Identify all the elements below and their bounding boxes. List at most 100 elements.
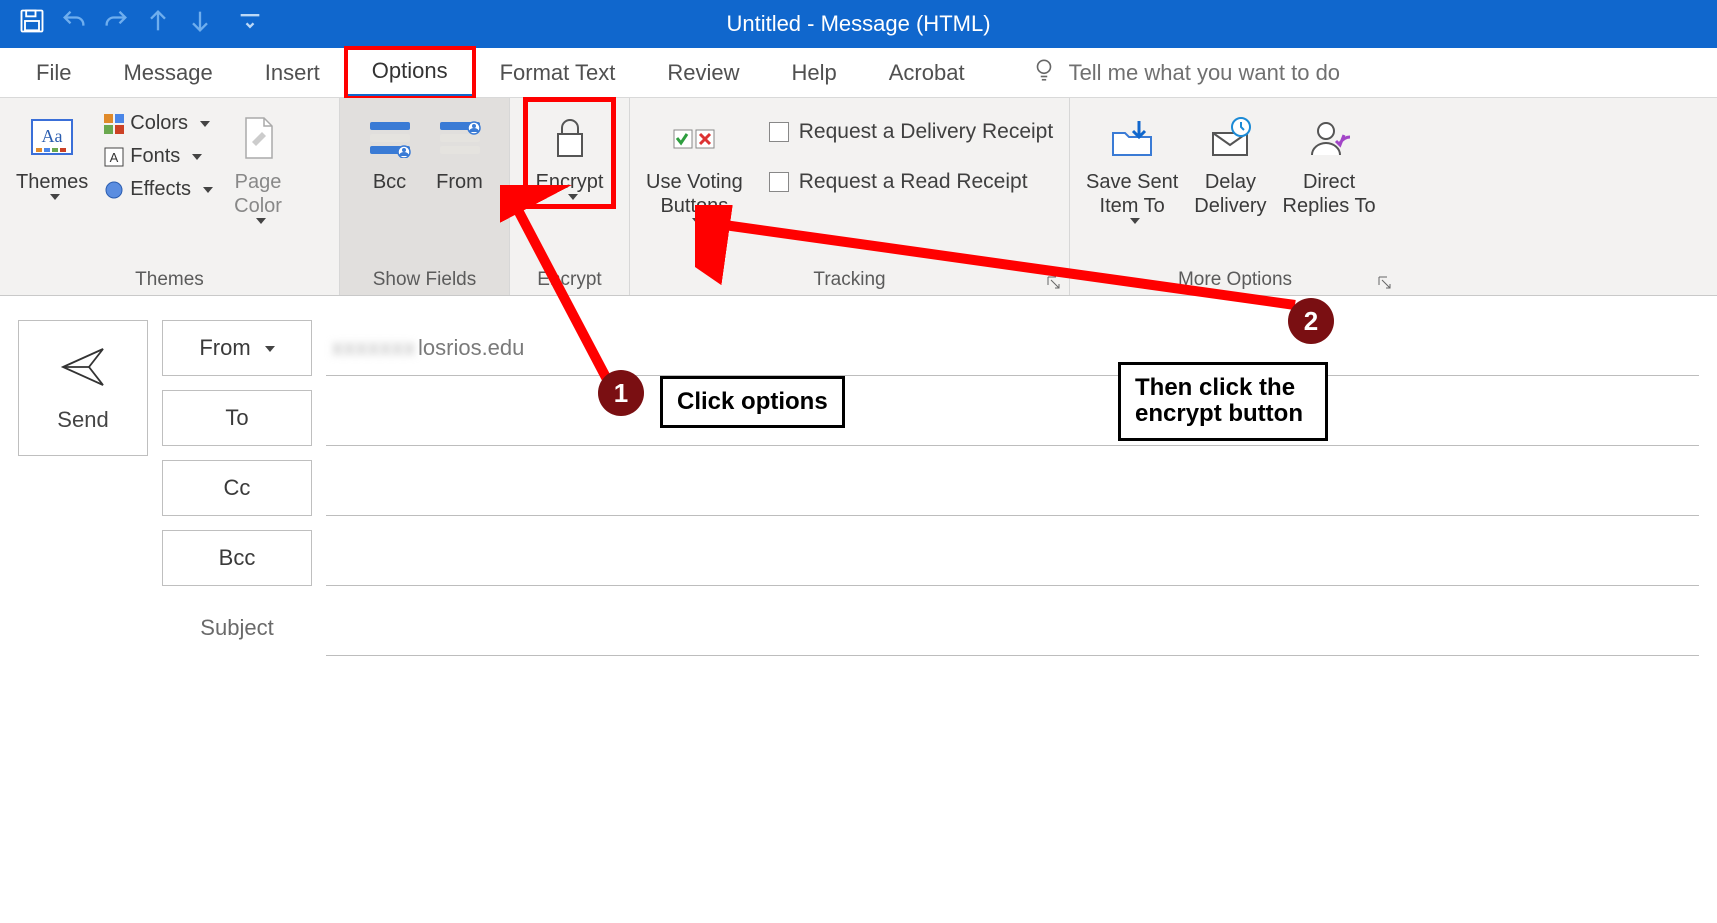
subject-input[interactable] [332, 615, 1693, 641]
bcc-button[interactable]: Bcc [355, 104, 425, 196]
themes-label: Themes [16, 170, 88, 194]
tracking-launcher-icon[interactable] [1047, 273, 1063, 289]
page-color-label1: Page [235, 170, 282, 194]
tab-message[interactable]: Message [97, 50, 238, 96]
from-label: From [436, 170, 483, 194]
fonts-label: Fonts [130, 145, 180, 168]
save-sent-label1: Save Sent [1086, 170, 1178, 194]
themes-icon: Aa [28, 110, 76, 166]
bcc-field-button[interactable]: Bcc [162, 530, 312, 586]
group-show-fields: Bcc From Show Fields [340, 98, 510, 295]
group-tracking: Use Voting Buttons Request a Delivery Re… [630, 98, 1070, 295]
delivery-receipt-label: Request a Delivery Receipt [799, 120, 1053, 144]
cc-input-row [326, 460, 1699, 516]
group-more-options-label: More Options [1080, 265, 1390, 291]
from-selector-button[interactable]: From [162, 320, 312, 376]
delay-delivery-icon [1207, 110, 1253, 166]
direct-label2: Replies To [1283, 194, 1376, 218]
effects-button[interactable]: Effects [100, 174, 217, 205]
from-selector-label: From [199, 335, 250, 361]
tab-options[interactable]: Options [346, 48, 474, 98]
send-button[interactable]: Send [18, 320, 148, 456]
effects-icon [104, 180, 124, 200]
subject-label: Subject [162, 600, 312, 656]
use-voting-label1: Use Voting [646, 170, 743, 194]
colors-icon [104, 114, 124, 134]
save-sent-button[interactable]: Save Sent Item To [1080, 104, 1184, 226]
compose-area: Send From To Cc Bcc Subject xxxxxxx losr… [0, 296, 1717, 656]
save-sent-label2: Item To [1100, 194, 1165, 218]
tab-acrobat[interactable]: Acrobat [863, 50, 991, 96]
tell-me-search[interactable]: Tell me what you want to do [1031, 57, 1340, 89]
read-receipt-checkbox[interactable]: Request a Read Receipt [765, 164, 1057, 200]
bcc-input-row [326, 530, 1699, 586]
colors-button[interactable]: Colors [100, 108, 217, 139]
svg-text:A: A [110, 150, 119, 165]
bcc-field-icon [368, 110, 412, 166]
checkbox-icon [769, 172, 789, 192]
from-value-blurred: xxxxxxx [332, 335, 416, 361]
cc-input[interactable] [332, 475, 1693, 501]
ribbon-tabs: File Message Insert Options Format Text … [0, 48, 1717, 98]
group-tracking-label: Tracking [640, 265, 1059, 291]
redo-icon[interactable] [102, 7, 130, 41]
voting-icon [670, 110, 718, 166]
from-field-icon [438, 110, 482, 166]
page-color-icon [238, 110, 278, 166]
themes-button[interactable]: Aa Themes [10, 104, 94, 202]
to-input[interactable] [332, 405, 1693, 431]
ribbon: Aa Themes Colors A Fonts [0, 98, 1717, 296]
direct-label1: Direct [1303, 170, 1355, 194]
tab-file[interactable]: File [10, 50, 97, 96]
header-buttons: From To Cc Bcc Subject [162, 320, 312, 656]
group-encrypt: Encrypt Encrypt [510, 98, 630, 295]
bcc-input[interactable] [332, 545, 1693, 571]
fonts-button[interactable]: A Fonts [100, 141, 217, 172]
bcc-field-label: Bcc [219, 545, 256, 571]
tab-insert[interactable]: Insert [239, 50, 346, 96]
group-more-options: Save Sent Item To Delay Delivery Direct … [1070, 98, 1400, 295]
more-options-launcher-icon[interactable] [1378, 273, 1394, 289]
prev-item-icon[interactable] [144, 7, 172, 41]
cc-button[interactable]: Cc [162, 460, 312, 516]
svg-text:Aa: Aa [42, 126, 63, 146]
to-input-row [326, 390, 1699, 446]
tab-help[interactable]: Help [765, 50, 862, 96]
encrypt-button[interactable]: Encrypt [530, 104, 610, 202]
delivery-receipt-checkbox[interactable]: Request a Delivery Receipt [765, 114, 1057, 150]
tab-format-text[interactable]: Format Text [474, 50, 642, 96]
undo-icon[interactable] [60, 7, 88, 41]
fonts-icon: A [104, 147, 124, 167]
send-icon [59, 343, 107, 397]
direct-replies-button[interactable]: Direct Replies To [1277, 104, 1382, 220]
page-color-label2: Color [234, 194, 282, 218]
lightbulb-icon [1031, 57, 1057, 89]
save-icon[interactable] [18, 7, 46, 41]
read-receipt-label: Request a Read Receipt [799, 170, 1028, 194]
from-value-row: xxxxxxx losrios.edu [326, 320, 1699, 376]
effects-label: Effects [130, 178, 191, 201]
group-themes: Aa Themes Colors A Fonts [0, 98, 340, 295]
tab-review[interactable]: Review [641, 50, 765, 96]
header-inputs: xxxxxxx losrios.edu [326, 320, 1699, 656]
save-sent-icon [1109, 110, 1155, 166]
page-color-button[interactable]: Page Color [223, 104, 293, 226]
qat-customize-icon[interactable] [236, 7, 264, 41]
to-button[interactable]: To [162, 390, 312, 446]
checkbox-icon [769, 122, 789, 142]
cc-label: Cc [224, 475, 251, 501]
use-voting-button[interactable]: Use Voting Buttons [640, 104, 749, 226]
lock-icon [550, 110, 590, 166]
colors-label: Colors [130, 112, 188, 135]
next-item-icon[interactable] [186, 7, 214, 41]
use-voting-label2: Buttons [660, 194, 728, 218]
delay-delivery-button[interactable]: Delay Delivery [1188, 104, 1272, 220]
send-label: Send [57, 407, 108, 433]
title-bar: Untitled - Message (HTML) [0, 0, 1717, 48]
group-encrypt-label: Encrypt [520, 265, 619, 291]
group-show-fields-label: Show Fields [350, 265, 499, 291]
quick-access-toolbar [18, 7, 264, 41]
chevron-down-icon [259, 335, 275, 361]
encrypt-label: Encrypt [536, 170, 604, 194]
from-button[interactable]: From [425, 104, 495, 196]
